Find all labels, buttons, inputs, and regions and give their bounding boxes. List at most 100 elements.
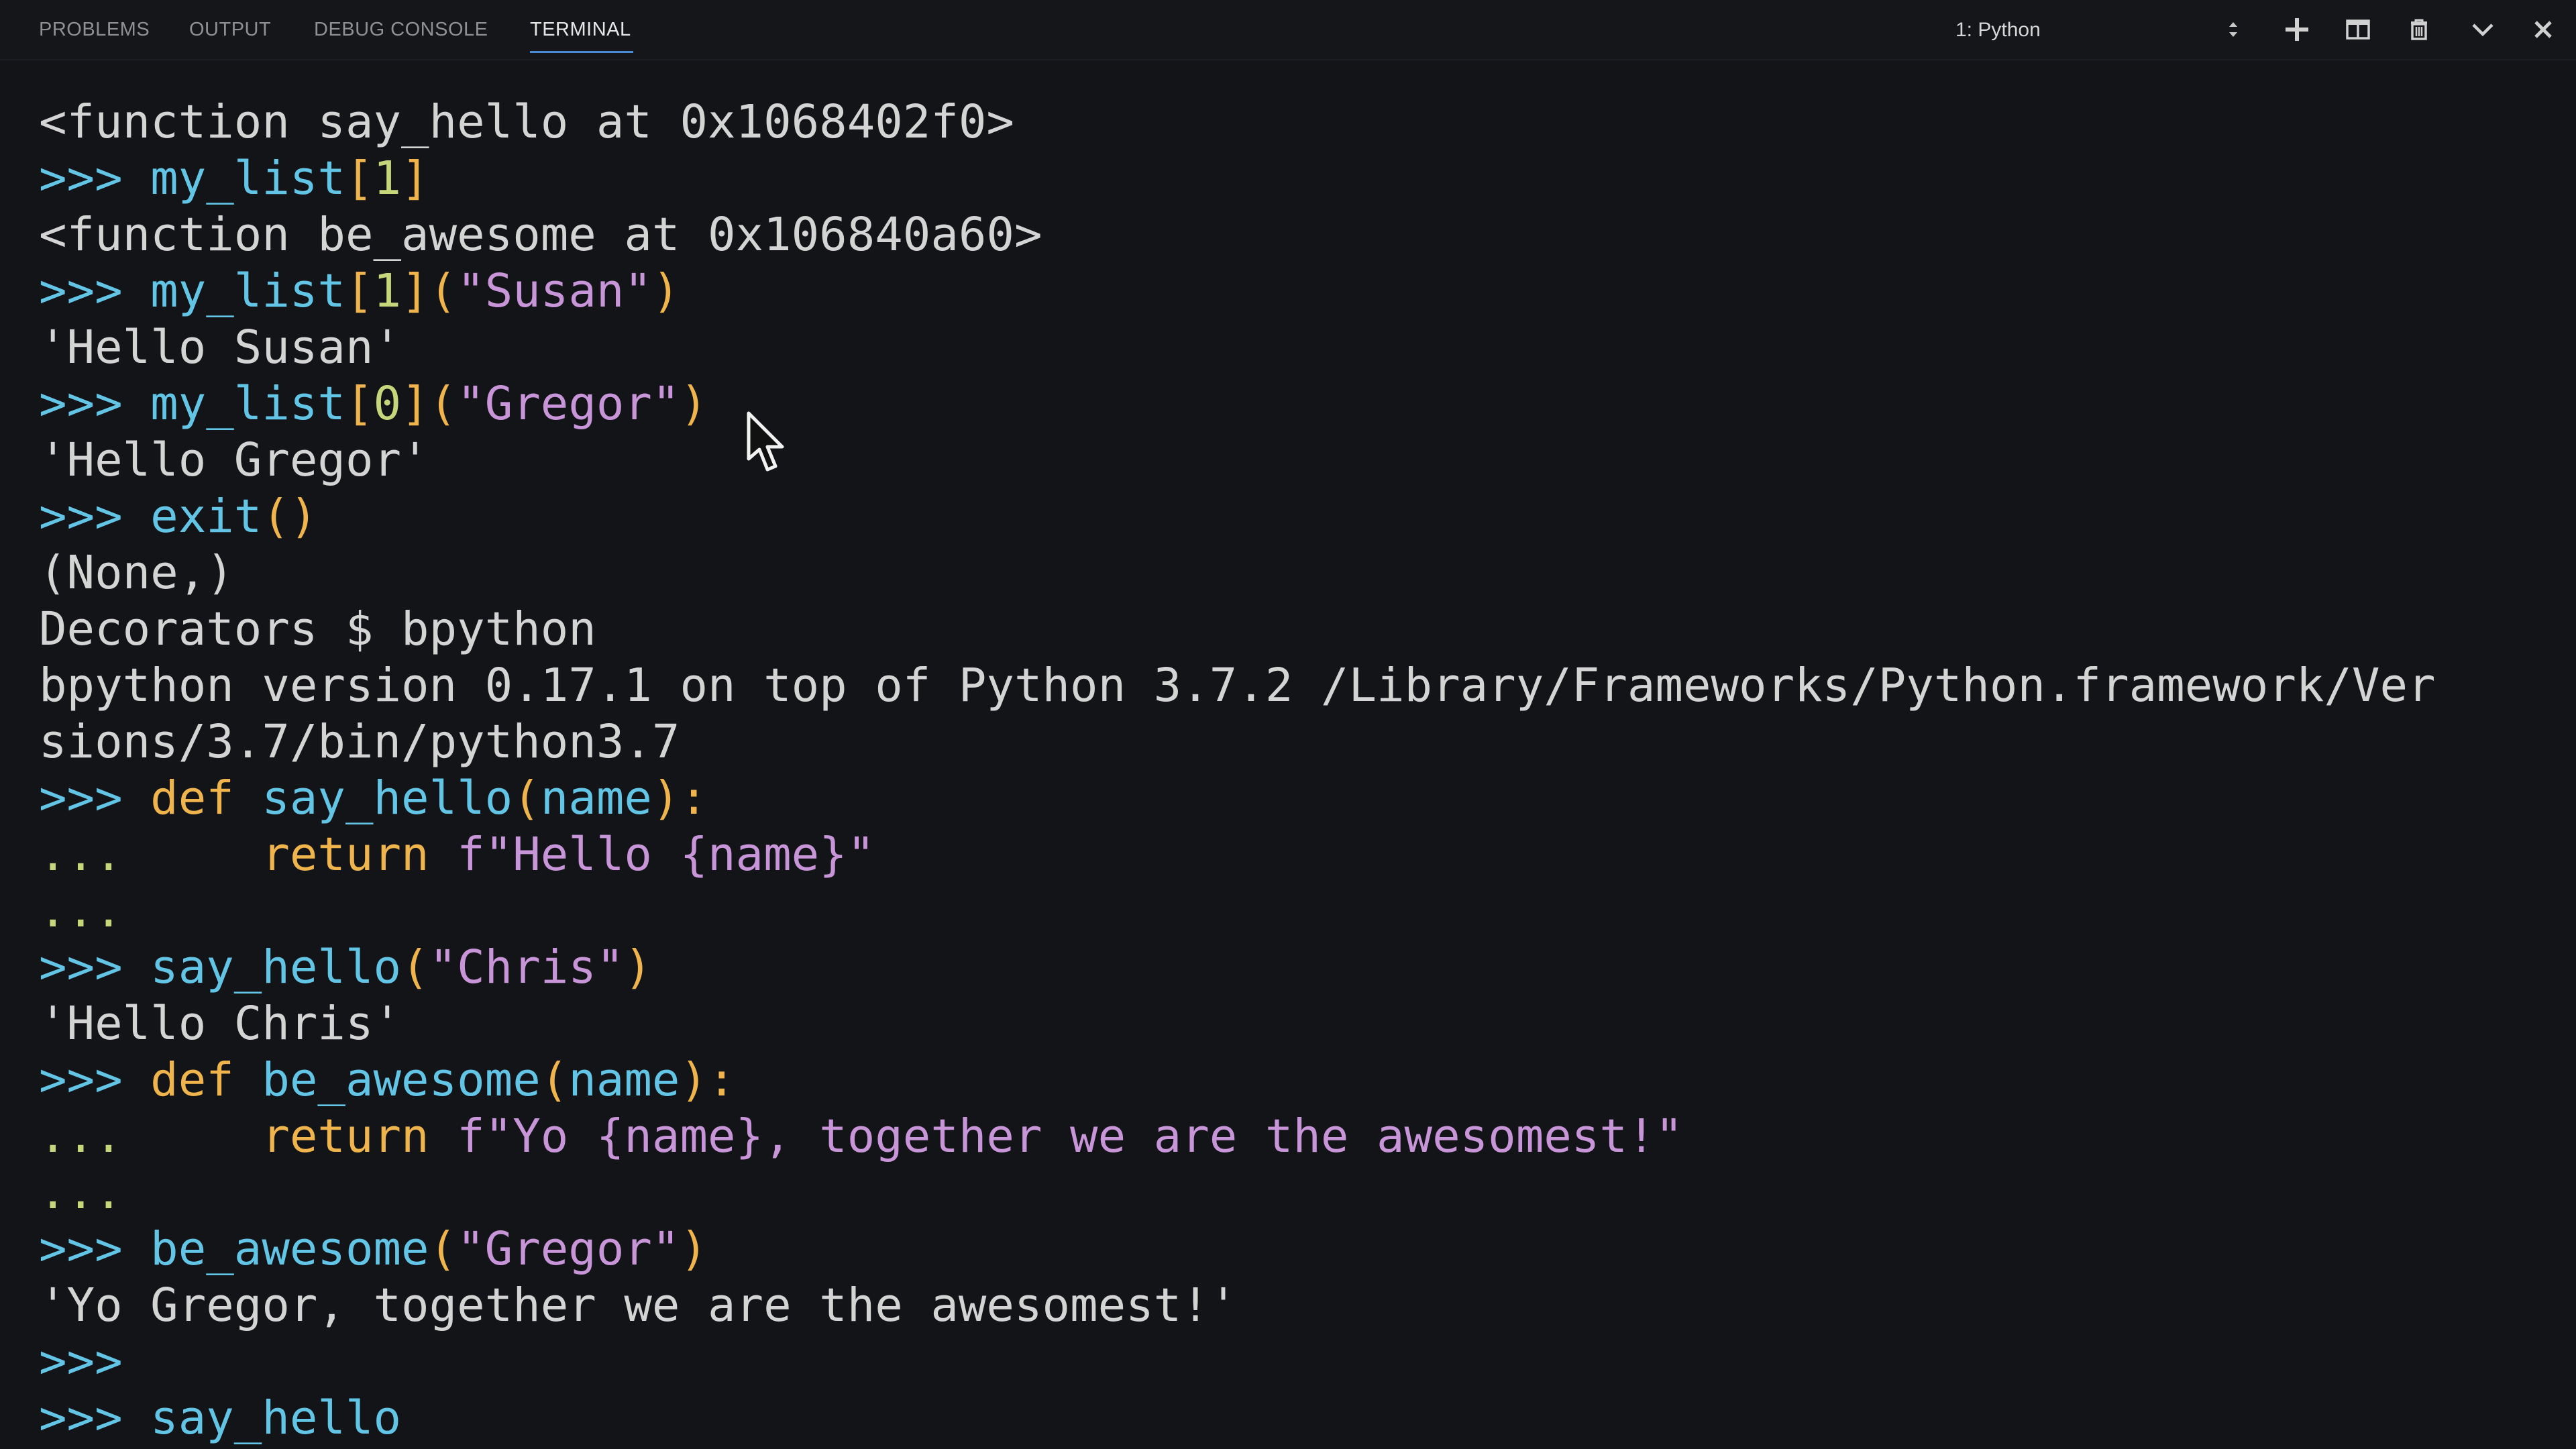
- output-text: 'Hello Gregor': [39, 433, 429, 487]
- output-text: Decorators $ bpython: [39, 602, 596, 656]
- output-text: <function say_hello at 0x1068402f0>: [39, 95, 1014, 149]
- chevron-down-icon[interactable]: [2465, 12, 2500, 47]
- terminal-line: sions/3.7/bin/python3.7: [39, 714, 2576, 770]
- output-text: (None,): [39, 546, 234, 600]
- string: "Gregor": [457, 377, 680, 431]
- keyword: def: [150, 771, 262, 825]
- terminal-line: 'Hello Chris': [39, 996, 2576, 1052]
- prompt: >>>: [39, 1391, 151, 1445]
- bracket: ]: [401, 377, 429, 431]
- tab-terminal[interactable]: TERMINAL: [530, 19, 631, 41]
- terminal-line: ... return f"Hello {name}": [39, 826, 2576, 883]
- tab-output[interactable]: OUTPUT: [189, 19, 271, 41]
- prompt: >>>: [39, 490, 151, 543]
- terminal-line: 'Hello Gregor': [39, 432, 2576, 488]
- terminal-line: ...: [39, 883, 2576, 939]
- mouse-pointer-icon: [747, 411, 784, 472]
- paren: ):: [651, 771, 708, 825]
- number: 0: [373, 377, 402, 431]
- paren: (: [429, 1222, 458, 1276]
- argument: name: [568, 1053, 680, 1107]
- terminal-line: >>> say_hello: [39, 1390, 2576, 1446]
- close-icon[interactable]: [2526, 12, 2561, 47]
- terminal-line: >>> my_list[0]("Gregor"): [39, 376, 2576, 432]
- prompt: >>>: [39, 264, 151, 318]
- terminal-line: 'Hello Susan': [39, 319, 2576, 376]
- terminal-panel: PROBLEMS OUTPUT DEBUG CONSOLE TERMINAL 1…: [0, 0, 2576, 1449]
- paren: ): [680, 1222, 708, 1276]
- continuation-prompt: ...: [39, 884, 123, 938]
- split-icon[interactable]: [2341, 12, 2375, 47]
- output-text: sions/3.7/bin/python3.7: [39, 715, 680, 769]
- continuation-prompt: ...: [39, 828, 262, 881]
- paren: ): [680, 377, 708, 431]
- bracket: ]: [401, 264, 429, 318]
- function-name: be_awesome: [262, 1053, 541, 1107]
- terminal-line: <function be_awesome at 0x106840a60>: [39, 207, 2576, 263]
- tab-problems[interactable]: PROBLEMS: [39, 19, 150, 41]
- identifier: exit: [150, 490, 262, 543]
- identifier: my_list: [150, 377, 345, 431]
- terminal-line: <function say_hello at 0x1068402f0>: [39, 94, 2576, 150]
- terminal-output[interactable]: <function say_hello at 0x1068402f0> >>> m…: [39, 94, 2576, 1446]
- output-text: 'Yo Gregor, together we are the awesomes…: [39, 1279, 1238, 1332]
- prompt: >>>: [39, 377, 151, 431]
- plus-icon[interactable]: [2279, 12, 2314, 47]
- paren: (: [401, 941, 429, 994]
- paren: (: [513, 771, 541, 825]
- number: 1: [373, 152, 402, 205]
- paren: ):: [680, 1053, 736, 1107]
- bracket: ]: [401, 152, 429, 205]
- terminal-line: 'Yo Gregor, together we are the awesomes…: [39, 1277, 2576, 1334]
- paren: ): [624, 941, 652, 994]
- string: f"Yo {name}, together we are the awesome…: [457, 1110, 1683, 1163]
- prompt: >>>: [39, 1222, 151, 1276]
- string: "Susan": [457, 264, 652, 318]
- identifier: be_awesome: [150, 1222, 429, 1276]
- terminal-line: ...: [39, 1165, 2576, 1221]
- string: f"Hello {name}": [457, 828, 875, 881]
- identifier: my_list: [150, 152, 345, 205]
- paren: (): [262, 490, 318, 543]
- paren: ): [651, 264, 680, 318]
- identifier: say_hello: [150, 1391, 402, 1445]
- identifier: my_list: [150, 264, 345, 318]
- terminal-line: >>> def say_hello(name):: [39, 770, 2576, 826]
- terminal-instance-label: 1: Python: [1955, 19, 2041, 41]
- bracket: [: [345, 152, 374, 205]
- output-text: <function be_awesome at 0x106840a60>: [39, 208, 1042, 262]
- terminal-line: Decorators $ bpython: [39, 601, 2576, 657]
- terminal-line: >>> be_awesome("Gregor"): [39, 1221, 2576, 1277]
- panel-tab-bar: PROBLEMS OUTPUT DEBUG CONSOLE TERMINAL 1…: [0, 0, 2576, 60]
- terminal-line: >>> exit(): [39, 488, 2576, 545]
- terminal-instance-select[interactable]: 1: Python: [1949, 15, 2244, 44]
- active-tab-indicator: [530, 51, 633, 53]
- keyword: return: [262, 828, 458, 881]
- output-text: 'Hello Chris': [39, 997, 402, 1051]
- prompt: >>>: [39, 1053, 151, 1107]
- terminal-line: >>> my_list[1]: [39, 150, 2576, 207]
- paren: (: [429, 377, 458, 431]
- function-name: say_hello: [262, 771, 513, 825]
- keyword: return: [262, 1110, 458, 1163]
- tab-debug-console[interactable]: DEBUG CONSOLE: [314, 19, 488, 41]
- argument: name: [540, 771, 652, 825]
- terminal-line: ... return f"Yo {name}, together we are …: [39, 1108, 2576, 1165]
- output-text: 'Hello Susan': [39, 321, 402, 374]
- continuation-prompt: ...: [39, 1166, 123, 1220]
- select-arrows-icon: [2226, 16, 2240, 43]
- paren: (: [429, 264, 458, 318]
- bracket: [: [345, 264, 374, 318]
- string: "Chris": [429, 941, 625, 994]
- terminal-line: (None,): [39, 545, 2576, 601]
- trash-icon[interactable]: [2402, 12, 2436, 47]
- prompt: >>>: [39, 1335, 123, 1389]
- number: 1: [373, 264, 402, 318]
- output-text: bpython version 0.17.1 on top of Python …: [39, 659, 2436, 712]
- prompt: >>>: [39, 941, 151, 994]
- bracket: [: [345, 377, 374, 431]
- paren: (: [540, 1053, 569, 1107]
- terminal-line: >>> say_hello("Chris"): [39, 939, 2576, 996]
- prompt: >>>: [39, 771, 151, 825]
- terminal-line: >>> my_list[1]("Susan"): [39, 263, 2576, 319]
